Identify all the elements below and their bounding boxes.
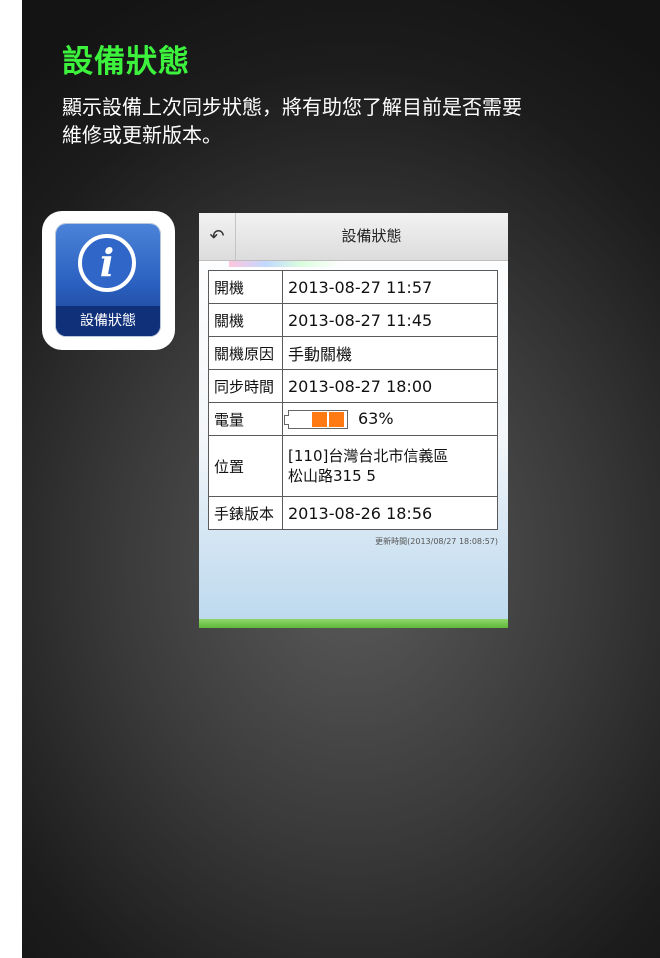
row-label: 關機 [208, 303, 283, 337]
page-description: 顯示設備上次同步狀態，將有助您了解目前是否需要維修或更新版本。 [62, 95, 522, 147]
info-icon: i [78, 234, 136, 292]
last-updated-text: 更新時間(2013/08/27 18:08:57) [375, 537, 498, 546]
battery-percent: 63% [358, 409, 394, 428]
location-value: [110]台灣台北市信義區 松山路315 5 [282, 435, 498, 497]
grass-decoration [199, 619, 508, 628]
table-row: 開機 2013-08-27 11:57 [208, 270, 498, 304]
back-arrow-icon[interactable]: ↶ [199, 213, 236, 260]
battery-cell: 63% [282, 402, 498, 436]
app-icon-label: 設備狀態 [56, 306, 160, 336]
table-row: 手錶版本 2013-08-26 18:56 [208, 496, 498, 530]
device-status-table: 開機 2013-08-27 11:57 關機 2013-08-27 11:45 … [208, 270, 498, 530]
page-title: 設備狀態 [62, 44, 190, 80]
row-label: 位置 [208, 435, 283, 497]
row-value: 手動關機 [282, 336, 498, 370]
table-row: 電量 63% [208, 402, 498, 436]
row-label: 關機原因 [208, 336, 283, 370]
decorative-highlight [229, 261, 339, 267]
row-label: 電量 [208, 402, 283, 436]
row-value: 2013-08-27 18:00 [282, 369, 498, 403]
battery-level-cell [329, 412, 344, 427]
row-value: 2013-08-26 18:56 [282, 496, 498, 530]
row-label: 手錶版本 [208, 496, 283, 530]
location-line-2: 松山路315 5 [288, 467, 376, 485]
table-row: 位置 [110]台灣台北市信義區 松山路315 5 [208, 435, 498, 497]
row-label: 開機 [208, 270, 283, 304]
screen-title: 設備狀態 [341, 227, 402, 245]
app-icon-tile: i 設備狀態 [42, 211, 175, 350]
table-row: 關機 2013-08-27 11:45 [208, 303, 498, 337]
row-value: 2013-08-27 11:57 [282, 270, 498, 304]
battery-nub [284, 415, 289, 425]
phone-screenshot: ↶ 設備狀態 開機 2013-08-27 11:57 關機 2013-08-27… [199, 213, 508, 628]
row-label: 同步時間 [208, 369, 283, 403]
feature-page: 設備狀態 顯示設備上次同步狀態，將有助您了解目前是否需要維修或更新版本。 i 設… [22, 0, 660, 958]
row-value: 2013-08-27 11:45 [282, 303, 498, 337]
battery-icon [284, 410, 348, 429]
table-row: 關機原因 手動關機 [208, 336, 498, 370]
title-bar: ↶ 設備狀態 [199, 213, 508, 261]
table-row: 同步時間 2013-08-27 18:00 [208, 369, 498, 403]
location-line-1: [110]台灣台北市信義區 [288, 447, 449, 465]
battery-level-cell [312, 412, 327, 427]
device-status-app-icon[interactable]: i 設備狀態 [56, 224, 160, 336]
